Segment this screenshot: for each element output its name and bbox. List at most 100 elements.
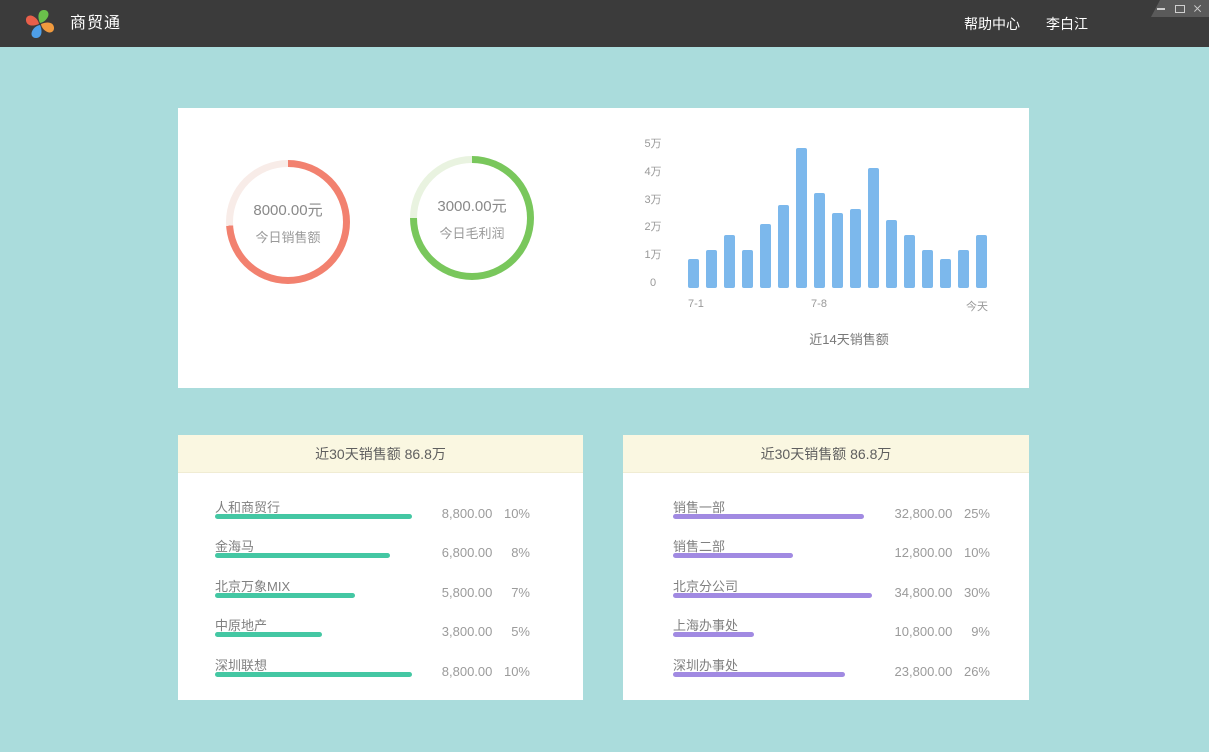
ranking-row-amount: 23,800.00 — [895, 664, 953, 679]
department-ranking-rows: 销售一部 32,800.00 25% 销售二部 12,800.00 10% 北京… — [623, 473, 1029, 694]
ranking-row-value: 12,800.00 10% — [895, 545, 990, 560]
y-tick-label: 1万 — [633, 248, 673, 262]
ranking-row-name: 北京万象MIX — [215, 576, 290, 595]
left-petal — [26, 15, 39, 25]
ranking-row: 上海办事处 10,800.00 9% — [673, 615, 990, 654]
ranking-row-amount: 6,800.00 — [442, 545, 493, 560]
daily-sales-bar — [886, 220, 897, 288]
daily-sales-bar — [814, 193, 825, 288]
x-tick-label: 7-1 — [688, 298, 704, 310]
today-profit-value: 3000.00元 — [437, 195, 506, 216]
right-petal — [41, 22, 54, 32]
ranking-row-percent: 8% — [496, 545, 530, 560]
sales-chart-title: 近14天销售额 — [699, 329, 999, 348]
ranking-row-value: 8,800.00 10% — [442, 664, 530, 679]
summary-card: 8000.00元 今日销售额 30天最高：10,000.00元 3000.00元… — [178, 108, 1029, 388]
today-profit-label: 今日毛利润 — [439, 223, 504, 242]
ranking-row-bar — [673, 514, 864, 519]
sales-chart-x-axis: 7-1 7-8 今天 — [688, 298, 988, 312]
ranking-row-value: 5,800.00 7% — [442, 585, 530, 600]
ranking-row: 深圳联想 8,800.00 10% — [215, 655, 530, 694]
bottom-petal — [31, 25, 41, 38]
today-sales-label: 今日销售额 — [255, 227, 320, 246]
ranking-row-amount: 34,800.00 — [895, 585, 953, 600]
daily-sales-bar — [922, 250, 933, 288]
ranking-row-bar — [673, 553, 793, 558]
daily-sales-bar — [832, 213, 843, 288]
customer-ranking-rows: 人和商贸行 8,800.00 10% 金海马 6,800.00 8% 北京万象M… — [178, 473, 583, 694]
ranking-row-value: 32,800.00 25% — [895, 506, 990, 521]
ranking-row: 中原地产 3,800.00 5% — [215, 615, 530, 654]
daily-sales-bar — [976, 235, 987, 288]
daily-sales-bar — [760, 224, 771, 288]
pinwheel-logo-icon — [24, 8, 56, 40]
daily-sales-bar — [796, 148, 807, 288]
ranking-row-amount: 3,800.00 — [442, 624, 493, 639]
ranking-row-value: 8,800.00 10% — [442, 506, 530, 521]
minimize-icon[interactable] — [1157, 4, 1166, 13]
department-ranking-card: 近30天销售额 86.8万 销售一部 32,800.00 25% 销售二部 12… — [623, 435, 1029, 700]
y-tick-label: 5万 — [633, 137, 673, 151]
sales-chart-bars — [688, 132, 988, 288]
ranking-row-percent: 5% — [496, 624, 530, 639]
top-petal — [38, 10, 48, 23]
daily-sales-bar — [778, 205, 789, 288]
ranking-row-percent: 10% — [496, 506, 530, 521]
ranking-row-name: 北京分公司 — [673, 576, 738, 595]
ranking-row-percent: 9% — [956, 624, 990, 639]
ranking-row-percent: 10% — [956, 545, 990, 560]
ranking-row-bar — [215, 672, 412, 677]
window-controls — [1151, 0, 1209, 17]
ranking-row-amount: 5,800.00 — [442, 585, 493, 600]
daily-sales-bar — [688, 259, 699, 288]
maximize-icon[interactable] — [1175, 4, 1184, 13]
ranking-row-amount: 8,800.00 — [442, 664, 493, 679]
ranking-row: 金海马 6,800.00 8% — [215, 536, 530, 575]
y-tick-label: 4万 — [633, 165, 673, 179]
sales-chart-y-axis: 5万 4万 3万 2万 1万 0 — [633, 137, 673, 297]
today-sales-donut: 8000.00元 今日销售额 — [226, 160, 350, 284]
ranking-row-value: 3,800.00 5% — [442, 624, 530, 639]
department-ranking-title: 近30天销售额 86.8万 — [623, 435, 1029, 473]
ranking-row-value: 34,800.00 30% — [895, 585, 990, 600]
today-sales-donut-center: 8000.00元 今日销售额 — [233, 167, 343, 277]
ranking-row-value: 23,800.00 26% — [895, 664, 990, 679]
daily-sales-bar — [958, 250, 969, 288]
ranking-row-bar — [215, 514, 412, 519]
help-center-link[interactable]: 帮助中心 — [964, 14, 1020, 34]
ranking-row-bar — [673, 672, 845, 677]
today-profit-donut: 3000.00元 今日毛利润 — [410, 156, 534, 280]
ranking-row: 销售一部 32,800.00 25% — [673, 497, 990, 536]
ranking-row-name: 深圳办事处 — [673, 655, 738, 674]
daily-sales-bar — [742, 250, 753, 288]
ranking-row-value: 10,800.00 9% — [895, 624, 990, 639]
ranking-row-value: 6,800.00 8% — [442, 545, 530, 560]
titlebar-nav: 帮助中心 李白江 — [964, 0, 1088, 47]
x-tick-label: 7-8 — [811, 298, 827, 310]
ranking-row-name: 深圳联想 — [215, 655, 267, 674]
daily-sales-bar — [904, 235, 915, 288]
today-sales-value: 8000.00元 — [253, 199, 322, 220]
ranking-row: 深圳办事处 23,800.00 26% — [673, 655, 990, 694]
y-tick-label: 2万 — [633, 220, 673, 234]
titlebar: 商贸通 帮助中心 李白江 — [0, 0, 1209, 47]
ranking-row: 北京分公司 34,800.00 30% — [673, 576, 990, 615]
today-profit-donut-center: 3000.00元 今日毛利润 — [417, 163, 527, 273]
ranking-row-bar — [215, 553, 390, 558]
ranking-row: 北京万象MIX 5,800.00 7% — [215, 576, 530, 615]
ranking-row-amount: 10,800.00 — [895, 624, 953, 639]
customer-ranking-card: 近30天销售额 86.8万 人和商贸行 8,800.00 10% 金海马 6,8… — [178, 435, 583, 700]
ranking-row-bar — [215, 632, 322, 637]
close-icon[interactable] — [1193, 4, 1202, 13]
y-tick-label: 3万 — [633, 193, 673, 207]
y-tick-label: 0 — [633, 276, 673, 290]
ranking-row-amount: 8,800.00 — [442, 506, 493, 521]
user-name-menu[interactable]: 李白江 — [1046, 14, 1088, 34]
daily-sales-bar — [850, 209, 861, 288]
app-title: 商贸通 — [70, 0, 121, 47]
x-tick-label: 今天 — [966, 298, 988, 314]
ranking-row: 人和商贸行 8,800.00 10% — [215, 497, 530, 536]
daily-sales-bar — [724, 235, 735, 288]
ranking-row-percent: 10% — [496, 664, 530, 679]
ranking-row-bar — [673, 593, 872, 598]
